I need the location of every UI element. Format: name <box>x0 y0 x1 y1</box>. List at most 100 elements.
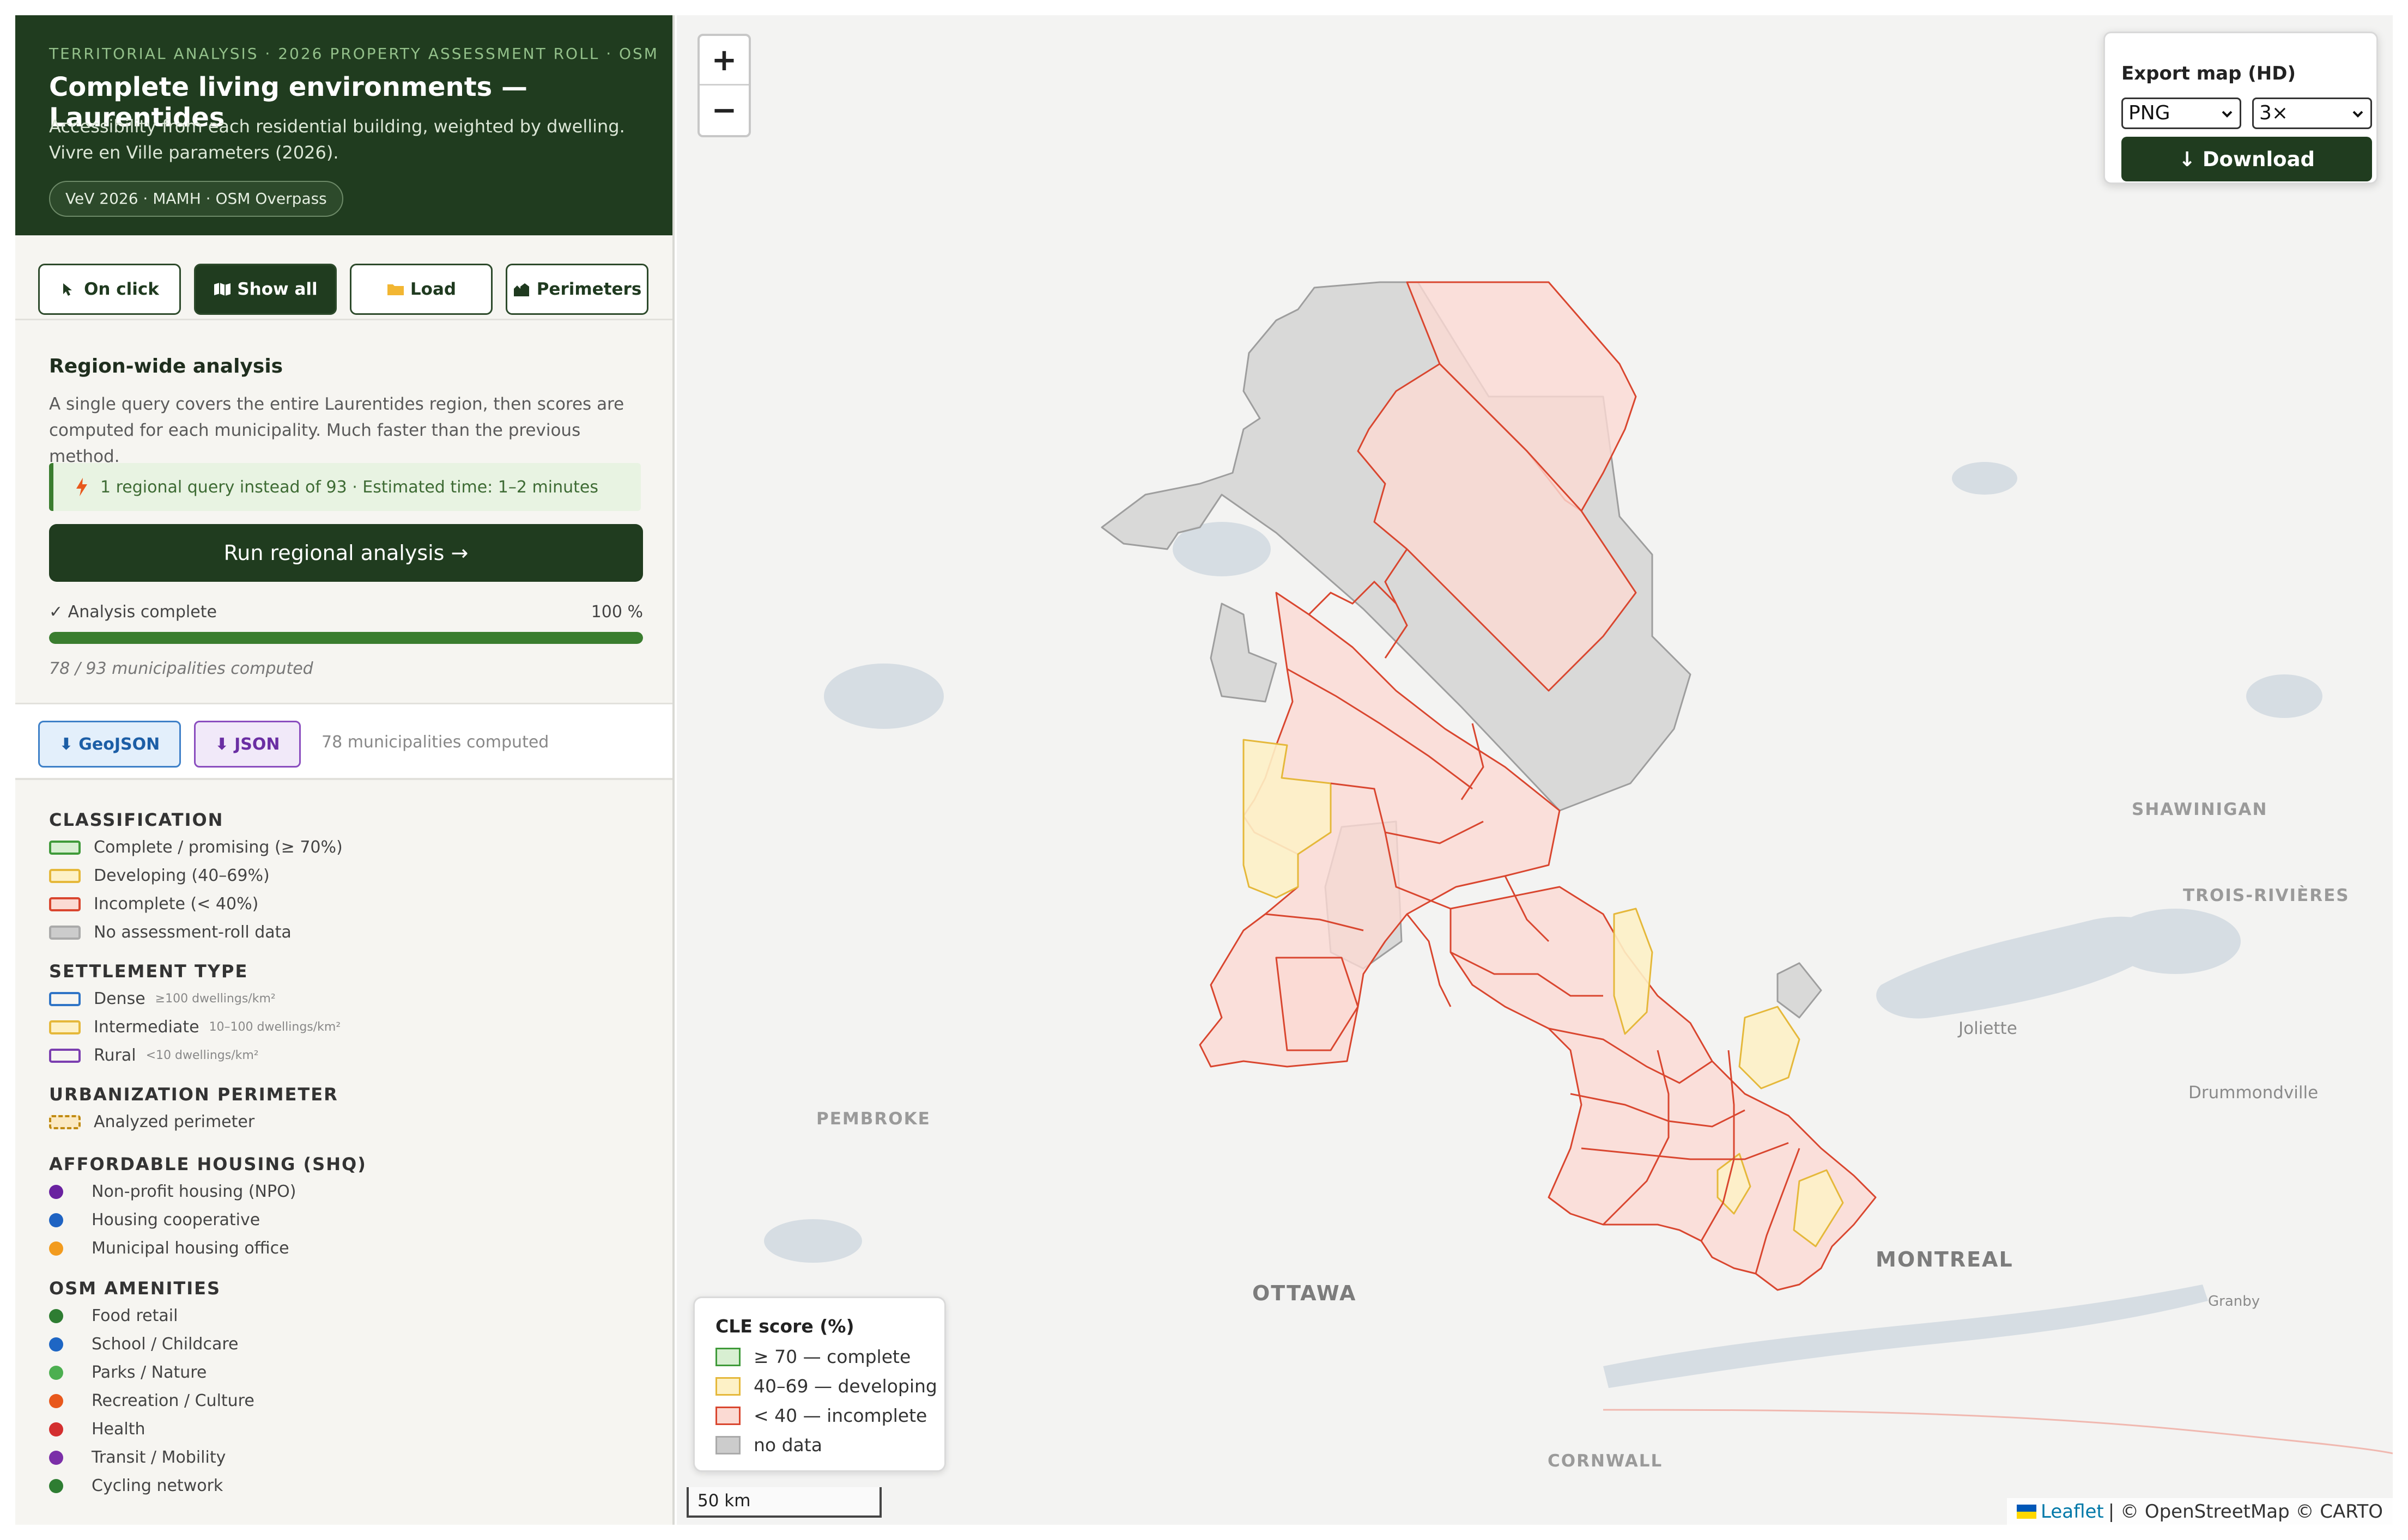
analysis-status: ✓ Analysis complete 100 % <box>49 602 643 622</box>
perimeters-label: Perimeters <box>536 279 642 299</box>
legend-dot <box>49 1422 63 1436</box>
legend-dot <box>49 1337 63 1352</box>
zoom-out-button[interactable]: − <box>700 86 749 135</box>
lightning-icon <box>76 478 87 496</box>
legend-label: School / Childcare <box>92 1335 239 1354</box>
legend-note: ≥100 dwellings/km² <box>155 992 276 1006</box>
zoom-in-button[interactable]: + <box>700 36 749 86</box>
legend-note: <10 dwellings/km² <box>145 1049 259 1062</box>
cle-legend-item: ≥ 70 — complete <box>715 1346 911 1367</box>
legend-item: Incomplete (< 40%) <box>49 894 258 914</box>
tip-box: 1 regional query instead of 93 · Estimat… <box>49 463 641 511</box>
region-analysis-description: A single query covers the entire Laurent… <box>49 394 624 466</box>
export-row: ⬇ GeoJSON ⬇ JSON 78 municipalities compu… <box>15 703 672 780</box>
legend-dot <box>49 1241 63 1256</box>
city-icon <box>513 283 529 296</box>
app-window: TERRITORIAL ANALYSIS · 2026 PROPERTY ASS… <box>15 15 2393 1525</box>
legend-item: Analyzed perimeter <box>49 1112 254 1131</box>
legend-swatch <box>49 1020 81 1034</box>
legend-label: 40–69 — developing <box>754 1375 937 1397</box>
legend-item: Health <box>49 1420 145 1439</box>
on-click-button[interactable]: On click <box>38 264 181 315</box>
legend-swatch <box>49 897 81 911</box>
attribution-text: | © OpenStreetMap © CARTO <box>2108 1500 2383 1523</box>
legend-label: Complete / promising (≥ 70%) <box>94 838 343 857</box>
progress-bar <box>49 632 643 644</box>
legend-dot <box>49 1213 63 1227</box>
legend-label: Incomplete (< 40%) <box>94 894 259 914</box>
load-label: Load <box>410 279 457 299</box>
leaflet-link[interactable]: Leaflet <box>2041 1501 2104 1523</box>
show-all-label: Show all <box>237 279 318 299</box>
legend-dot <box>49 1450 63 1465</box>
legend-label: Recreation / Culture <box>92 1391 254 1410</box>
map-label-ottawa: OTTAWA <box>1252 1281 1357 1305</box>
legend-label: Municipal housing office <box>92 1239 289 1258</box>
sidebar-legend: CLASSIFICATION Complete / promising (≥ 7… <box>15 781 672 1525</box>
legend-swatch <box>49 1115 81 1129</box>
legend-label: Intermediate <box>94 1018 199 1037</box>
show-all-button[interactable]: Show all <box>194 264 337 315</box>
perimeters-button[interactable]: Perimeters <box>506 264 648 315</box>
chevron-down-icon <box>2352 111 2363 118</box>
legend-item: Parks / Nature <box>49 1363 207 1382</box>
legend-swatch <box>49 840 81 855</box>
legend-dot <box>49 1365 63 1380</box>
legend-item: Dense ≥100 dwellings/km² <box>49 989 276 1008</box>
legend-label: Analyzed perimeter <box>94 1112 255 1131</box>
map-label-cornwall: CORNWALL <box>1548 1451 1663 1471</box>
header-kicker: TERRITORIAL ANALYSIS · 2026 PROPERTY ASS… <box>49 45 659 63</box>
format-select[interactable]: PNG <box>2121 98 2241 129</box>
legend-item: Rural <10 dwellings/km² <box>49 1046 259 1065</box>
legend-item: Intermediate 10–100 dwellings/km² <box>49 1018 341 1037</box>
load-button[interactable]: Load <box>350 264 493 315</box>
export-geojson-button[interactable]: ⬇ GeoJSON <box>38 721 181 768</box>
export-map-panel: Export map (HD) PNG 3× ↓ Download <box>2103 32 2378 184</box>
legend-classification-title: CLASSIFICATION <box>49 809 224 830</box>
cle-legend-title: CLE score (%) <box>715 1316 854 1337</box>
zoom-control: + − <box>697 34 751 137</box>
legend-item: Housing cooperative <box>49 1210 260 1229</box>
legend-swatch <box>49 925 81 940</box>
map-icon <box>214 283 231 296</box>
legend-item: Municipal housing office <box>49 1239 289 1258</box>
legend-swatch <box>715 1435 741 1454</box>
map-label-shawinigan: SHAWINIGAN <box>2132 800 2268 819</box>
cursor-icon <box>63 283 72 296</box>
legend-swatch <box>715 1377 741 1396</box>
legend-label: Health <box>92 1420 145 1439</box>
progress-fill <box>49 632 643 644</box>
ukraine-flag-icon <box>2016 1504 2036 1519</box>
sidebar: TERRITORIAL ANALYSIS · 2026 PROPERTY ASS… <box>15 15 675 1525</box>
legend-item: Transit / Mobility <box>49 1448 226 1467</box>
map-label-joliette: Joliette <box>1958 1019 2017 1038</box>
legend-label: Parks / Nature <box>92 1363 207 1382</box>
run-regional-analysis-button[interactable]: Run regional analysis → <box>49 524 643 582</box>
legend-label: Housing cooperative <box>92 1210 260 1229</box>
legend-swatch <box>715 1406 741 1425</box>
legend-label: no data <box>754 1434 822 1456</box>
map-label-montreal: MONTREAL <box>1876 1247 2013 1271</box>
cle-legend-item: no data <box>715 1434 822 1456</box>
legend-label: ≥ 70 — complete <box>754 1346 911 1367</box>
scale-select-value: 3× <box>2259 102 2289 124</box>
legend-perimeter-title: URBANIZATION PERIMETER <box>49 1084 338 1105</box>
municipalities-count: 78 / 93 municipalities computed <box>49 659 313 678</box>
folder-icon <box>387 284 404 295</box>
legend-dot <box>49 1393 63 1408</box>
legend-swatch <box>49 868 81 883</box>
legend-label: < 40 — incomplete <box>754 1405 927 1426</box>
map-view[interactable]: SHAWINIGAN TROIS-RIVIÈRES Joliette Drumm… <box>677 15 2393 1525</box>
mode-toolbar: On click Show all Load Perimeters <box>15 235 672 320</box>
legend-item: Food retail <box>49 1306 178 1325</box>
cle-score-legend: CLE score (%) ≥ 70 — complete 40–69 — de… <box>693 1296 946 1472</box>
region-analysis-title: Region-wide analysis <box>49 355 283 378</box>
scale-select[interactable]: 3× <box>2252 98 2372 129</box>
legend-settlement-title: SETTLEMENT TYPE <box>49 961 248 982</box>
export-json-button[interactable]: ⬇ JSON <box>194 721 301 768</box>
map-label-drummondville: Drummondville <box>2188 1083 2319 1103</box>
legend-label: Rural <box>94 1046 136 1065</box>
download-button[interactable]: ↓ Download <box>2121 137 2372 181</box>
tip-text: 1 regional query instead of 93 · Estimat… <box>100 477 598 497</box>
legend-label: Transit / Mobility <box>92 1448 226 1467</box>
